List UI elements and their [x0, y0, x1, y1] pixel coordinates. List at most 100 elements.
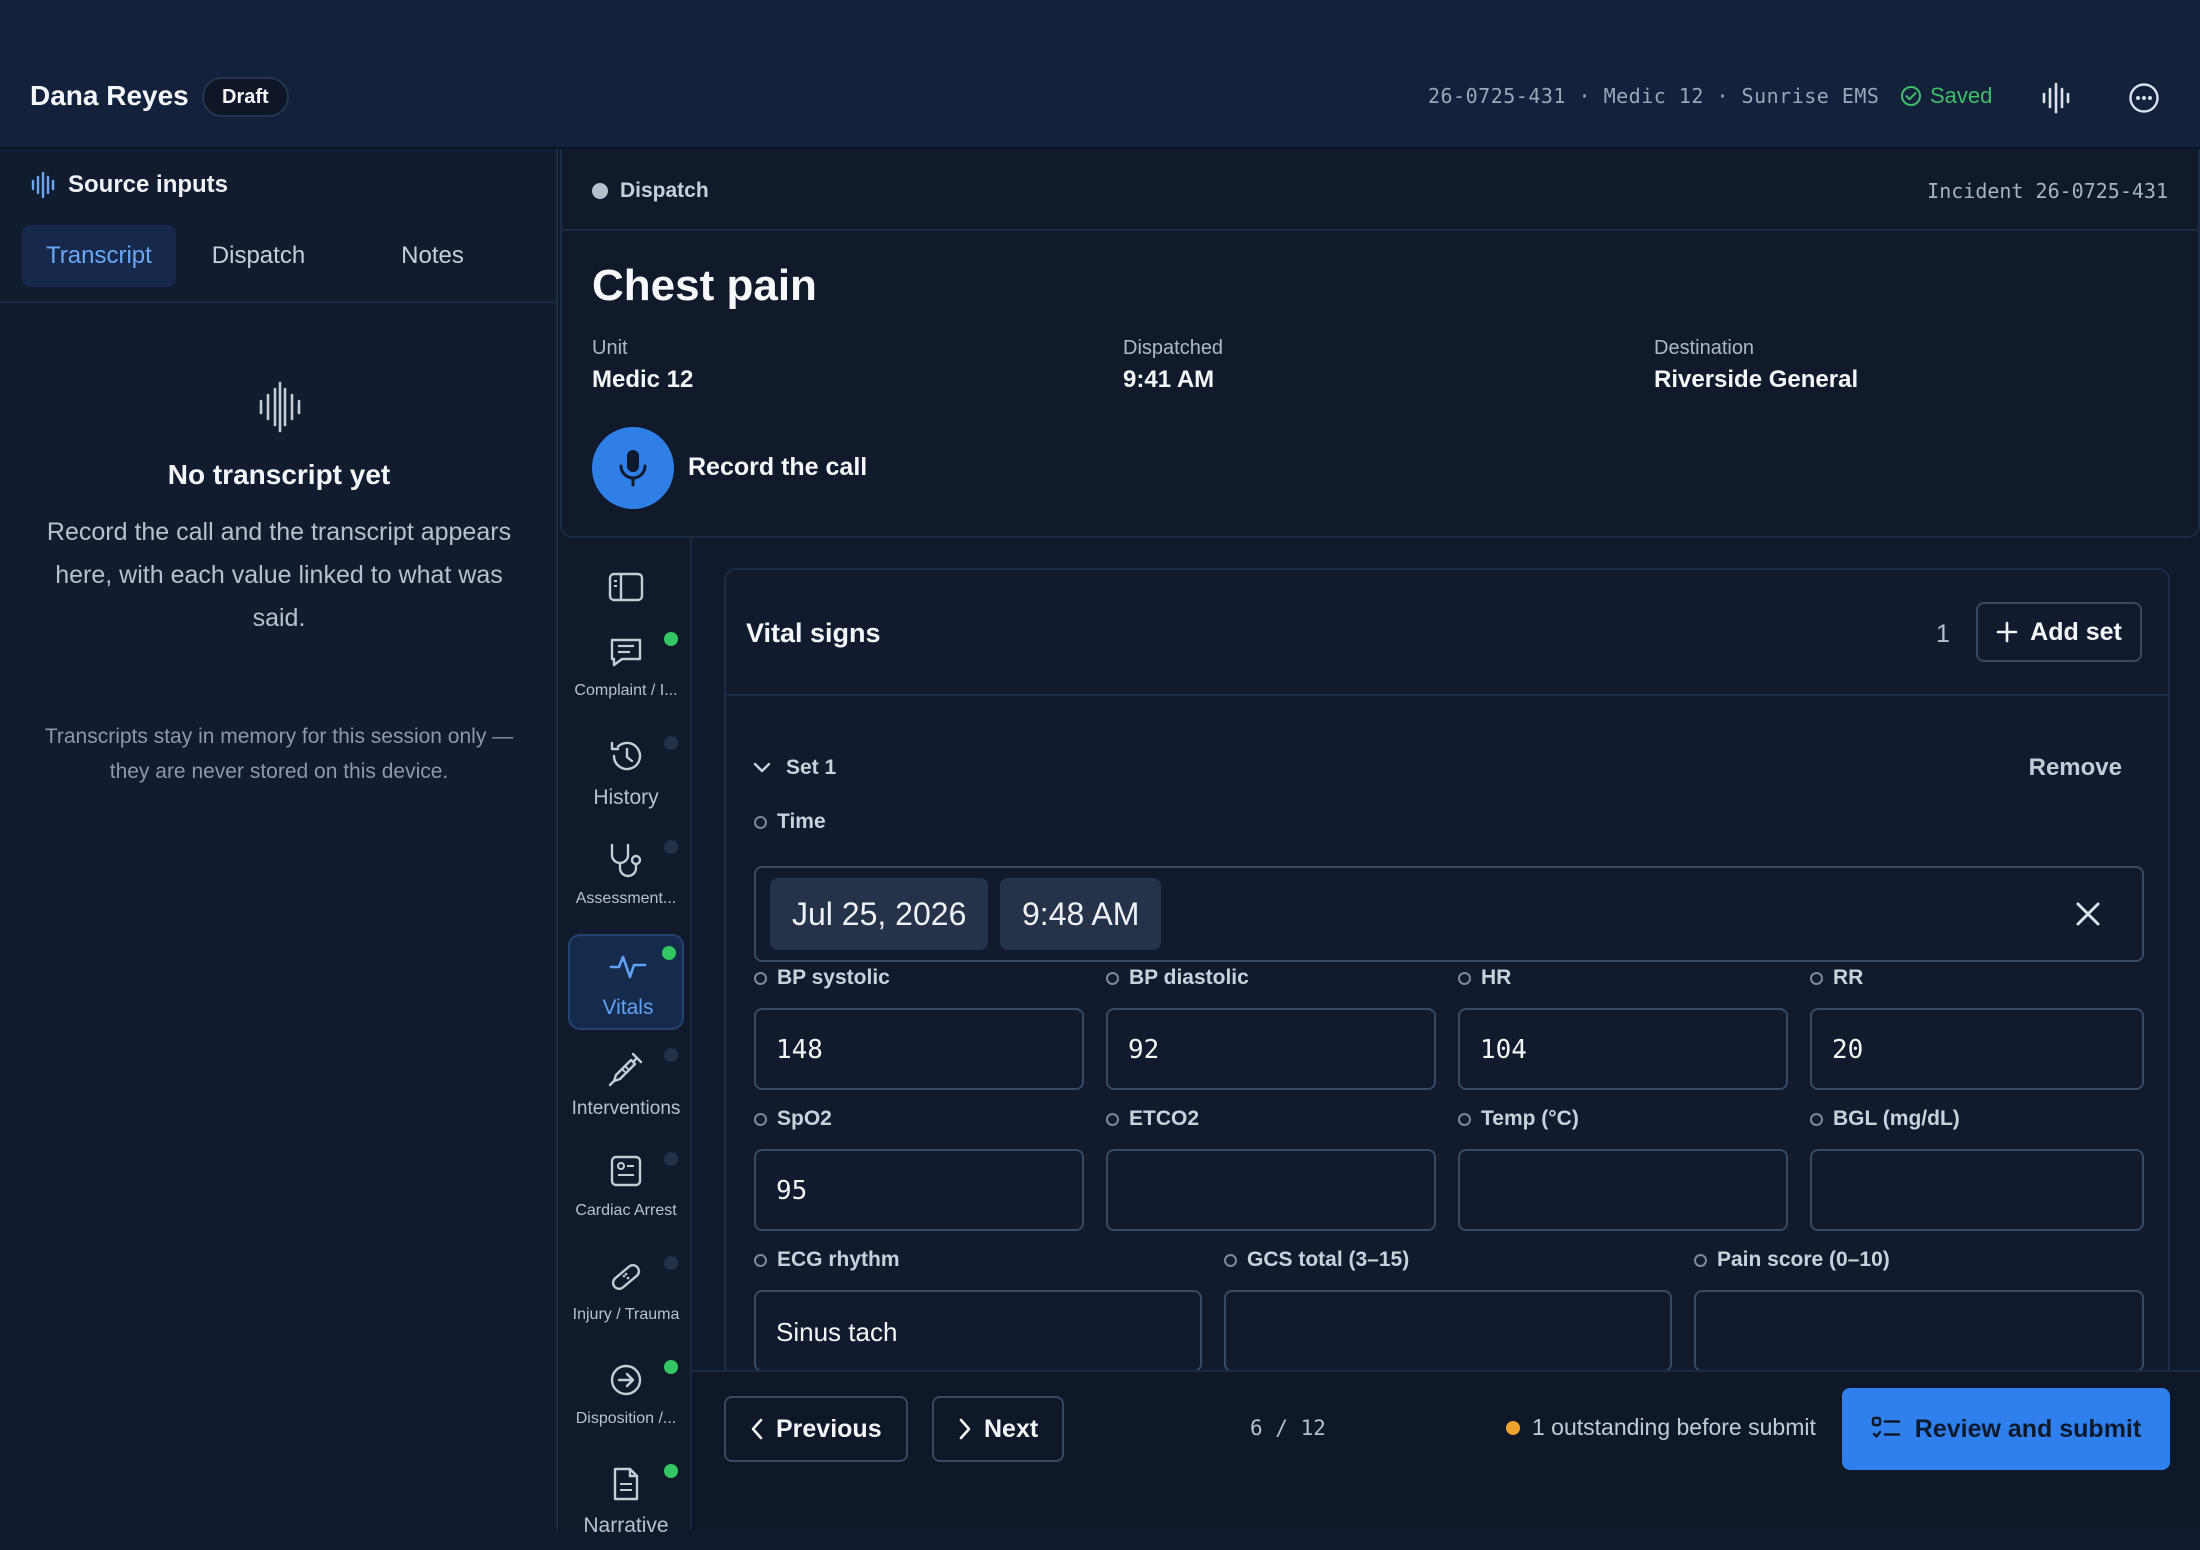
close-icon[interactable] — [2070, 896, 2106, 932]
nav-item-interventions[interactable]: Interventions — [568, 1038, 684, 1134]
audio-wave-button[interactable] — [2036, 78, 2076, 118]
nav-item-cardiac-arrest[interactable]: Cardiac Arrest — [568, 1142, 684, 1238]
fact-destination: Destination Riverside General — [1654, 337, 1858, 394]
nav-item-assessment[interactable]: Assessment... — [568, 830, 684, 926]
pain-score-input[interactable] — [1694, 1290, 2144, 1370]
divider — [0, 301, 558, 303]
dispatch-label: Dispatch — [592, 179, 709, 203]
field-label-text: BP diastolic — [1129, 966, 1249, 989]
review-submit-button[interactable]: Review and submit — [1842, 1388, 2170, 1470]
status-dot — [664, 1464, 678, 1478]
dispatch-header: Dispatch Incident 26-0725-431 — [562, 149, 2198, 231]
set-toggle[interactable]: Set 1 — [752, 756, 836, 780]
chat-icon — [610, 638, 642, 667]
status-dot — [664, 840, 678, 854]
field-label-text: Pain score (0–10) — [1717, 1248, 1890, 1271]
field-label: Temp (°C) — [1458, 1107, 1579, 1131]
audio-wave-icon — [259, 381, 301, 433]
spo2-input[interactable]: 95 — [754, 1149, 1084, 1231]
outstanding-indicator: 1 outstanding before submit — [1506, 1414, 1816, 1441]
tab-transcript[interactable]: Transcript — [22, 225, 176, 287]
field-label: ECG rhythm — [754, 1248, 900, 1272]
nav-item-history[interactable]: History — [568, 726, 684, 822]
ecg-rhythm-input[interactable]: Sinus tach — [754, 1290, 1202, 1370]
field-label: BP systolic — [754, 966, 890, 990]
nav-item-narrative[interactable]: Narrative — [568, 1454, 684, 1550]
source-indicator — [754, 1112, 767, 1126]
field-label: RR — [1810, 966, 1863, 990]
source-panel-title: Source inputs — [30, 171, 228, 199]
record-button[interactable] — [592, 427, 674, 509]
field-label: HR — [1458, 966, 1511, 990]
main-content: Vital signs 1 Add set Set 1 Remove Time … — [692, 538, 2200, 1370]
vital-signs-card: Vital signs 1 Add set Set 1 Remove Time … — [724, 568, 2170, 1370]
more-options-button[interactable] — [2124, 78, 2164, 118]
time-chip[interactable]: 9:48 AM — [1000, 878, 1162, 950]
status-dot — [664, 1256, 678, 1270]
remove-set-button[interactable]: Remove — [2029, 754, 2122, 782]
fact-label: Destination — [1654, 337, 1755, 359]
bp-systolic-input[interactable]: 148 — [754, 1008, 1084, 1090]
status-dot — [662, 946, 676, 960]
save-status: Saved — [1900, 83, 1992, 109]
fact-dispatched: Dispatched 9:41 AM — [1123, 337, 1223, 394]
source-indicator — [1106, 971, 1119, 985]
etco2-input[interactable] — [1106, 1149, 1436, 1231]
field-label: BGL (mg/dL) — [1810, 1107, 1960, 1131]
sidebar-toggle-icon[interactable] — [608, 572, 644, 602]
pulse-icon — [609, 955, 647, 979]
field-label-text: RR — [1833, 966, 1864, 989]
check-circle-icon — [1901, 86, 1921, 106]
field-label-text: GCS total (3–15) — [1247, 1248, 1410, 1271]
fact-value: Medic 12 — [592, 366, 694, 393]
nav-item-injury-trauma[interactable]: Injury / Trauma — [568, 1246, 684, 1342]
record-label[interactable]: Record the call — [688, 453, 867, 482]
source-indicator — [754, 971, 767, 985]
outstanding-text: 1 outstanding before submit — [1532, 1414, 1816, 1440]
user-name: Dana Reyes — [30, 80, 189, 111]
tab-notes[interactable]: Notes — [377, 225, 488, 287]
status-dot — [664, 632, 678, 646]
document-icon — [613, 1467, 639, 1501]
previous-button[interactable]: Previous — [724, 1396, 908, 1462]
source-indicator — [1458, 971, 1471, 985]
nav-label: Narrative — [583, 1514, 669, 1537]
section-nav: Complaint / I... History Assessment... V… — [560, 538, 692, 1537]
submit-label: Review and submit — [1914, 1414, 2142, 1443]
next-label: Next — [984, 1414, 1039, 1443]
add-set-label: Add set — [2030, 617, 2122, 646]
temp-input[interactable] — [1458, 1149, 1788, 1231]
gcs-input[interactable] — [1224, 1290, 1672, 1370]
history-icon — [610, 741, 642, 771]
field-label: BP diastolic — [1106, 966, 1249, 990]
tab-dispatch[interactable]: Dispatch — [188, 225, 329, 287]
add-set-button[interactable]: Add set — [1976, 602, 2142, 662]
source-panel: Source inputs Transcript Dispatch Notes … — [0, 149, 558, 1529]
nav-item-complaint[interactable]: Complaint / I... — [568, 622, 684, 718]
date-chip[interactable]: Jul 25, 2026 — [770, 878, 989, 950]
rr-input[interactable]: 20 — [1810, 1008, 2144, 1090]
field-label-text: ECG rhythm — [777, 1248, 900, 1271]
bgl-input[interactable] — [1810, 1149, 2144, 1231]
hr-input[interactable]: 104 — [1458, 1008, 1788, 1090]
status-dot — [664, 1048, 678, 1062]
source-tabs: Transcript Dispatch Notes — [22, 225, 488, 287]
privacy-note: Transcripts stay in memory for this sess… — [44, 725, 514, 783]
nav-label: Cardiac Arrest — [575, 1202, 677, 1219]
source-indicator — [1224, 1253, 1237, 1267]
checklist-icon — [1871, 1416, 1901, 1438]
time-label: Time — [754, 810, 826, 834]
status-dot — [664, 1152, 678, 1166]
time-label-text: Time — [777, 810, 826, 833]
stethoscope-icon — [610, 843, 642, 878]
nav-item-vitals[interactable]: Vitals — [568, 934, 684, 1030]
nav-label: Complaint / I... — [574, 682, 678, 699]
plus-icon — [1996, 621, 2018, 643]
saved-label: Saved — [1930, 83, 1993, 108]
nav-item-disposition[interactable]: Disposition /... — [568, 1350, 684, 1446]
time-field[interactable]: Jul 25, 2026 9:48 AM — [754, 866, 2144, 962]
next-button[interactable]: Next — [932, 1396, 1065, 1462]
nav-label: Assessment... — [575, 890, 677, 907]
set-label: Set 1 — [786, 756, 837, 779]
bp-diastolic-input[interactable]: 92 — [1106, 1008, 1436, 1090]
